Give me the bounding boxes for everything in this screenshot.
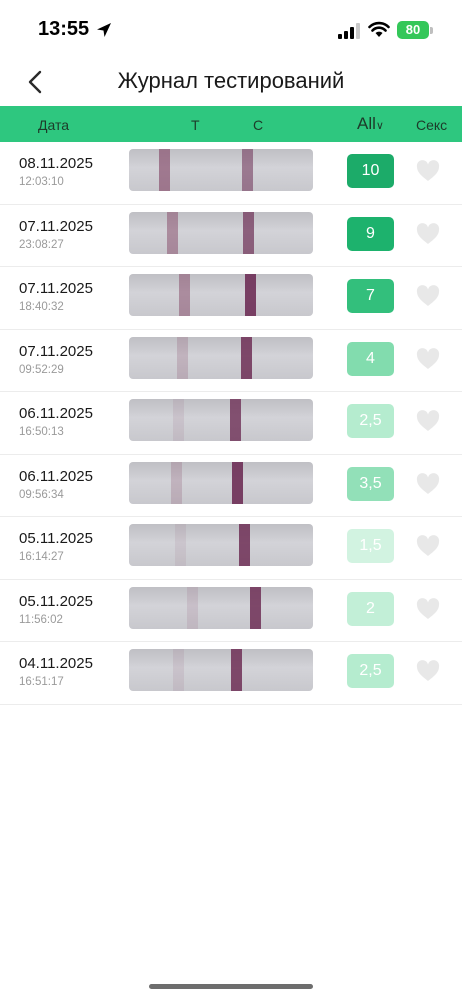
row-date: 06.11.2025 [19, 405, 93, 422]
row-time: 16:14:27 [19, 551, 64, 563]
column-date: Дата [38, 117, 70, 133]
chevron-down-icon: ∨ [375, 120, 384, 132]
t-line [177, 336, 188, 379]
test-strip-image[interactable] [129, 461, 313, 504]
battery-icon: 80 [397, 21, 429, 39]
c-line [243, 211, 254, 254]
column-sex: Секс [416, 117, 448, 133]
heart-icon[interactable] [416, 347, 440, 370]
table-row[interactable]: 07.11.2025 09:52:29 4 [0, 330, 462, 392]
heart-icon[interactable] [416, 222, 440, 245]
table-row[interactable]: 07.11.2025 23:08:27 9 [0, 205, 462, 267]
table-row[interactable]: 07.11.2025 18:40:32 7 [0, 267, 462, 330]
row-date: 07.11.2025 [19, 342, 93, 360]
heart-icon[interactable] [416, 472, 440, 495]
row-time: 09:56:34 [19, 488, 64, 501]
row-date: 07.11.2025 [19, 280, 93, 297]
t-line [173, 399, 184, 441]
home-indicator [149, 984, 313, 989]
row-time: 16:50:13 [19, 426, 64, 438]
t-line [173, 649, 184, 691]
score-badge[interactable]: 3,5 [347, 466, 394, 501]
row-date: 08.11.2025 [19, 155, 93, 172]
c-line [250, 586, 261, 629]
table-row[interactable]: 05.11.2025 16:14:27 1,5 [0, 517, 462, 580]
test-list: 08.11.2025 12:03:10 10 07.11.2025 23:08:… [0, 142, 462, 705]
c-line [241, 336, 252, 379]
heart-icon[interactable] [416, 285, 440, 307]
table-row[interactable]: 06.11.2025 09:56:34 3,5 [0, 455, 462, 517]
row-date: 05.11.2025 [19, 530, 93, 547]
c-line [230, 399, 241, 441]
table-row[interactable]: 08.11.2025 12:03:10 10 [0, 142, 462, 205]
table-row[interactable]: 05.11.2025 11:56:02 2 [0, 580, 462, 642]
wifi-icon [368, 21, 390, 37]
t-line [167, 211, 178, 254]
c-line [231, 649, 242, 691]
row-time: 11:56:02 [19, 613, 63, 626]
heart-icon[interactable] [416, 410, 440, 432]
table-header: Дата T C All∨ Секс [0, 106, 462, 142]
heart-icon[interactable] [416, 597, 440, 620]
c-line [239, 524, 250, 566]
table-row[interactable]: 06.11.2025 16:50:13 2,5 [0, 392, 462, 455]
score-badge[interactable]: 1,5 [347, 529, 394, 563]
test-strip-image[interactable] [129, 274, 313, 316]
status-bar: 13:55 80 [0, 0, 462, 58]
score-badge[interactable]: 2 [347, 591, 394, 626]
table-row[interactable]: 04.11.2025 16:51:17 2,5 [0, 642, 462, 705]
row-date: 04.11.2025 [19, 655, 93, 672]
row-time: 23:08:27 [19, 238, 64, 251]
column-t: T [191, 117, 200, 133]
test-strip-image[interactable] [129, 211, 313, 254]
score-badge[interactable]: 2,5 [347, 404, 394, 438]
t-line [187, 586, 198, 629]
status-time: 13:55 [38, 18, 90, 40]
row-date: 07.11.2025 [19, 217, 93, 235]
column-c: C [253, 117, 264, 133]
test-strip-image[interactable] [129, 336, 313, 379]
row-time: 16:51:17 [19, 676, 64, 688]
c-line [242, 149, 253, 191]
test-strip-image[interactable] [129, 524, 313, 566]
signal-icon [338, 23, 360, 39]
heart-icon[interactable] [416, 660, 440, 682]
row-time: 18:40:32 [19, 301, 64, 313]
filter-dropdown[interactable]: All∨ [357, 114, 384, 134]
filter-label: All [357, 114, 376, 133]
row-date: 05.11.2025 [19, 592, 93, 610]
score-badge[interactable]: 2,5 [347, 654, 394, 688]
test-strip-image[interactable] [129, 149, 313, 191]
battery-cap [430, 27, 433, 34]
score-badge[interactable]: 7 [347, 279, 394, 313]
score-badge[interactable]: 4 [347, 341, 394, 376]
page-title: Журнал тестирований [117, 68, 345, 93]
t-line [179, 274, 190, 316]
test-strip-image[interactable] [129, 586, 313, 629]
t-line [159, 149, 170, 191]
t-line [175, 524, 186, 566]
test-strip-image[interactable] [129, 649, 313, 691]
heart-icon[interactable] [416, 535, 440, 557]
row-time: 12:03:10 [19, 176, 64, 188]
score-badge[interactable]: 10 [347, 154, 394, 188]
heart-icon[interactable] [416, 160, 440, 182]
c-line [245, 274, 256, 316]
row-time: 09:52:29 [19, 363, 64, 376]
row-date: 06.11.2025 [19, 467, 93, 485]
t-line [171, 461, 182, 504]
test-strip-image[interactable] [129, 399, 313, 441]
location-arrow-icon [97, 23, 111, 37]
c-line [232, 461, 243, 504]
battery-level: 80 [405, 22, 421, 37]
score-badge[interactable]: 9 [347, 216, 394, 251]
